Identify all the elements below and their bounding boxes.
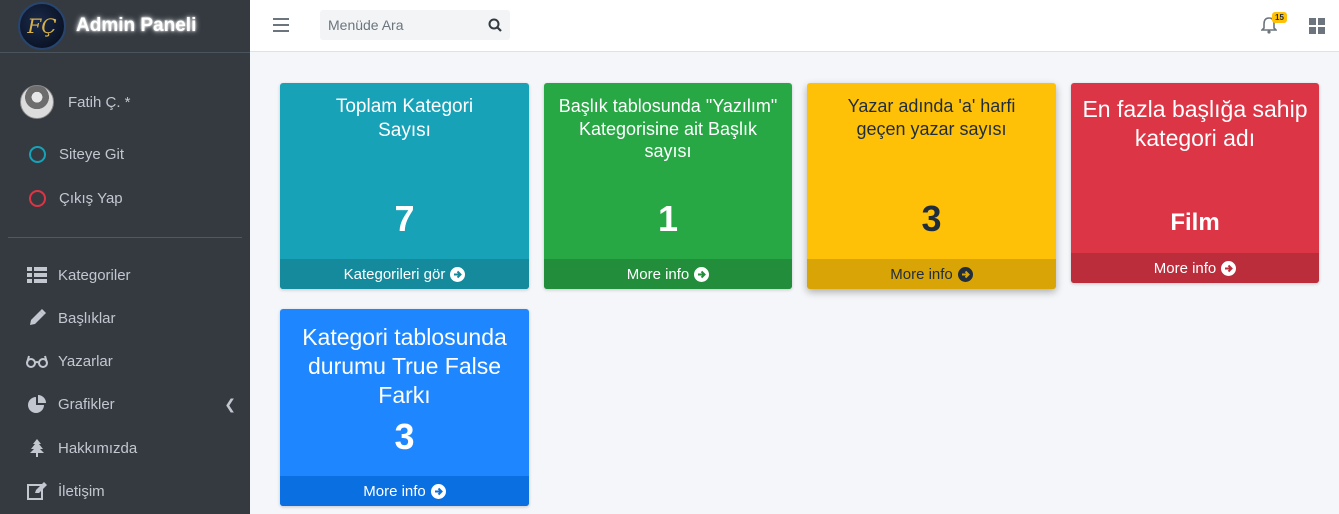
sidebar-divider <box>8 237 242 238</box>
card-title: Başlık tablosunda "Yazılım" Kategorisine… <box>558 96 778 161</box>
stat-card-author-count: Yazar adında 'a' harfi geçen yazar sayıs… <box>807 83 1056 289</box>
arrow-circle-right-icon <box>694 266 710 282</box>
arrow-circle-right-icon <box>430 483 446 499</box>
brand-logo: FÇ <box>18 2 66 50</box>
search-input[interactable] <box>320 17 480 33</box>
stat-card-top-category: En fazla başlığa sahip kategori adı Film… <box>1071 83 1319 283</box>
card-footer-label: More info <box>363 482 426 500</box>
circle-icon <box>29 190 46 207</box>
sidebar-item-label: Başlıklar <box>58 309 116 327</box>
sidebar-item-label: Kategoriler <box>58 266 131 284</box>
sidebar-item-kategoriler[interactable]: Kategoriler <box>26 265 236 285</box>
arrow-circle-right-icon <box>450 266 466 282</box>
card-footer-label: More info <box>626 265 690 283</box>
sidebar-item-hakkimizda[interactable]: Hakkımızda <box>26 438 236 458</box>
user-name: Fatih Ç. * <box>68 93 131 111</box>
sidebar-item-label: Yazarlar <box>58 352 113 370</box>
brand-link[interactable]: FÇ Admin Paneli <box>0 0 250 53</box>
glasses-icon <box>26 351 48 371</box>
sidebar-item-label: Grafikler <box>58 395 115 413</box>
logout-link[interactable]: Çıkış Yap <box>20 190 123 207</box>
card-value: 7 <box>394 198 415 239</box>
brand-title: Admin Paneli <box>76 15 197 36</box>
sidebar-item-grafikler[interactable]: Grafikler ❮ <box>26 394 236 414</box>
sidebar-item-yazarlar[interactable]: Yazarlar <box>26 351 236 371</box>
card-footer-link[interactable]: Kategorileri gör <box>280 259 529 289</box>
card-footer-link[interactable]: More info <box>807 259 1056 289</box>
apps-grid-icon[interactable] <box>1309 18 1325 39</box>
card-title: Kategori tablosunda durumu True False Fa… <box>302 324 507 408</box>
top-navbar: 15 <box>250 0 1339 52</box>
card-value: 3 <box>394 416 415 457</box>
stat-card-category-count: Toplam Kategori Sayısı 7 Kategorileri gö… <box>280 83 529 289</box>
stat-card-software-titles: Başlık tablosunda "Yazılım" Kategorisine… <box>544 83 792 289</box>
card-footer-link[interactable]: More info <box>280 476 529 506</box>
card-footer-label: More info <box>890 265 953 283</box>
card-footer-label: More info <box>1153 259 1217 277</box>
avatar <box>20 85 54 119</box>
sidebar-item-label: İletişim <box>58 482 105 500</box>
pen-icon <box>26 308 48 328</box>
chevron-left-icon[interactable]: ❮ <box>224 396 236 413</box>
card-title: Yazar adında 'a' harfi geçen yazar sayıs… <box>847 96 1016 139</box>
sidebar: FÇ Admin Paneli Fatih Ç. * Siteye Git Çı… <box>0 0 250 514</box>
circle-icon <box>29 146 46 163</box>
logout-link-label: Çıkış Yap <box>59 190 123 207</box>
card-title: En fazla başlığa sahip kategori adı <box>1082 96 1308 151</box>
tree-icon <box>26 438 48 458</box>
sidebar-item-basliklar[interactable]: Başlıklar <box>26 308 236 328</box>
notification-badge: 15 <box>1272 12 1287 23</box>
sidebar-item-label: Hakkımızda <box>58 439 138 457</box>
search-icon[interactable] <box>480 10 510 40</box>
site-link[interactable]: Siteye Git <box>20 146 124 163</box>
card-footer-link[interactable]: More info <box>544 259 792 289</box>
site-link-label: Siteye Git <box>59 146 125 163</box>
card-value: 1 <box>657 198 679 239</box>
arrow-circle-right-icon <box>957 266 973 282</box>
card-footer-link[interactable]: More info <box>1071 253 1319 283</box>
card-footer-label: Kategorileri gör <box>343 265 446 283</box>
list-icon <box>26 265 48 285</box>
card-value: Film <box>1170 209 1220 236</box>
sidebar-search <box>320 10 510 40</box>
menu-toggle-icon[interactable] <box>273 18 289 36</box>
stat-card-status-diff: Kategori tablosunda durumu True False Fa… <box>280 309 529 506</box>
edit-icon <box>26 481 48 501</box>
arrow-circle-right-icon <box>1221 260 1237 276</box>
card-value: 3 <box>921 198 942 239</box>
pie-chart-icon <box>26 394 48 414</box>
card-title: Toplam Kategori Sayısı <box>335 96 474 141</box>
user-panel[interactable]: Fatih Ç. * <box>20 85 131 119</box>
sidebar-item-iletisim[interactable]: İletişim <box>26 481 236 501</box>
